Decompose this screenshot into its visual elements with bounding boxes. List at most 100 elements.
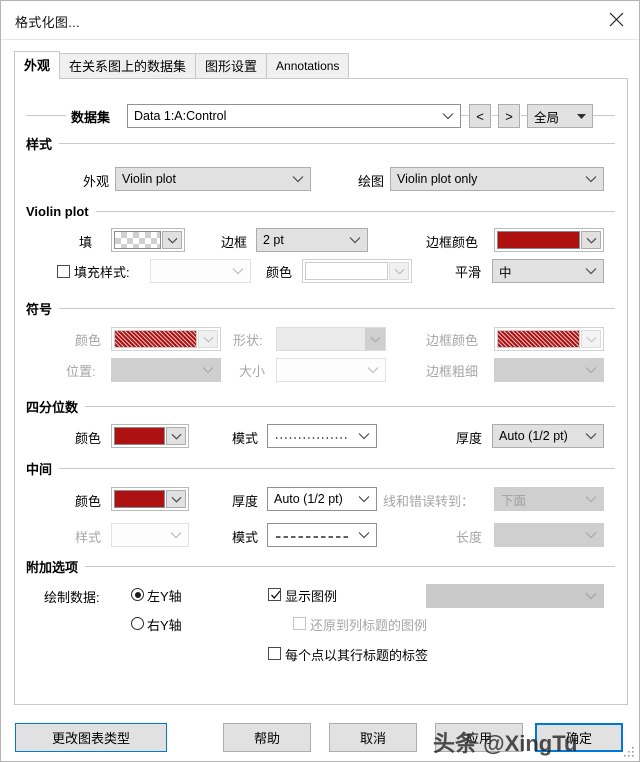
median-line-error-select[interactable]: 下面 bbox=[494, 487, 604, 511]
left-y-axis-label: 左Y轴 bbox=[147, 589, 182, 604]
violin-color-select[interactable] bbox=[302, 259, 412, 283]
tab-appearance[interactable]: 外观 bbox=[14, 51, 61, 79]
median-style-select[interactable] bbox=[111, 523, 189, 547]
point-row-label-checkbox[interactable] bbox=[268, 647, 281, 660]
quartile-pattern-select[interactable] bbox=[267, 424, 377, 448]
scope-select[interactable]: 全局 bbox=[527, 104, 593, 128]
violin-fill-swatch-select[interactable] bbox=[111, 228, 185, 252]
chevron-down-icon bbox=[162, 231, 182, 249]
median-color-select[interactable] bbox=[111, 487, 189, 511]
help-label: 帮助 bbox=[253, 731, 280, 746]
dataset-rule-a bbox=[461, 115, 469, 116]
help-button[interactable]: 帮助 bbox=[223, 723, 311, 752]
symbol-size-label: 大小 bbox=[239, 364, 266, 379]
violin-smooth-select[interactable]: 中 bbox=[492, 259, 604, 283]
radio-right-y-axis[interactable] bbox=[131, 617, 144, 630]
violin-border-width-value: 2 pt bbox=[263, 233, 284, 247]
dotted-line-preview bbox=[276, 429, 348, 443]
median-pattern-select[interactable] bbox=[267, 523, 377, 547]
legend-select[interactable] bbox=[426, 584, 604, 608]
dataset-value: Data 1:A:Control bbox=[134, 109, 227, 123]
dataset-select[interactable]: Data 1:A:Control bbox=[127, 104, 461, 128]
symbol-shape-label: 形状: bbox=[233, 333, 263, 348]
symbol-color-label: 颜色 bbox=[75, 333, 102, 348]
show-legend-label: 显示图例 bbox=[285, 589, 338, 604]
plot-value: Violin plot only bbox=[397, 172, 478, 186]
quartile-color-select[interactable] bbox=[111, 424, 189, 448]
restore-legend-checkbox[interactable] bbox=[293, 617, 306, 630]
ok-label: 确定 bbox=[565, 731, 592, 746]
appearance-panel: 数据集 Data 1:A:Control < > 全局 样式 外观 Violin… bbox=[14, 78, 628, 705]
change-chart-type-button[interactable]: 更改图表类型 bbox=[15, 723, 167, 752]
dataset-rule-left bbox=[26, 115, 66, 116]
median-line-error-label: 线和错误转到： bbox=[383, 494, 475, 509]
chevron-down-icon bbox=[365, 328, 385, 350]
cancel-label: 取消 bbox=[359, 731, 386, 746]
resize-grip[interactable] bbox=[623, 746, 635, 758]
appearance-value: Violin plot bbox=[122, 172, 176, 186]
fill-style-label: 填充样式: bbox=[74, 265, 130, 280]
close-button[interactable] bbox=[593, 1, 639, 38]
chevron-down-icon bbox=[585, 592, 597, 600]
tab-datasets-on-graph[interactable]: 在关系图上的数据集 bbox=[59, 53, 197, 79]
color-swatch-disabled bbox=[497, 330, 580, 348]
violin-border-width-select[interactable]: 2 pt bbox=[256, 228, 368, 252]
chevron-down-icon bbox=[349, 236, 361, 244]
symbol-shape-select[interactable] bbox=[276, 327, 386, 351]
triangle-down-icon bbox=[577, 113, 586, 119]
violin-group-rule bbox=[95, 211, 615, 212]
median-group-header: 中间 bbox=[26, 459, 615, 478]
tab-graph-settings[interactable]: 图形设置 bbox=[195, 53, 268, 79]
tab-strip: 外观 在关系图上的数据集 图形设置 Annotations bbox=[14, 51, 626, 79]
quartile-group-rule bbox=[85, 406, 615, 407]
restore-legend-label: 还原到列标题的图例 bbox=[310, 618, 428, 633]
color-swatch bbox=[114, 427, 165, 445]
point-row-label-label: 每个点以其行标题的标签 bbox=[285, 648, 429, 663]
symbol-border-width-label: 边框粗细 bbox=[426, 364, 479, 379]
violin-smooth-label: 平滑 bbox=[455, 265, 482, 280]
appearance-select[interactable]: Violin plot bbox=[115, 167, 311, 191]
chevron-down-icon bbox=[585, 366, 597, 374]
plot-data-label: 绘制数据: bbox=[44, 590, 100, 605]
median-line-error-value: 下面 bbox=[501, 493, 527, 508]
checkerboard-swatch bbox=[114, 231, 161, 249]
median-length-select[interactable] bbox=[494, 523, 604, 547]
dataset-rule-right bbox=[593, 115, 615, 116]
violin-border-color-select[interactable] bbox=[494, 228, 604, 252]
color-swatch bbox=[497, 231, 580, 249]
chevron-down-icon bbox=[581, 330, 601, 348]
violin-color-label: 颜色 bbox=[266, 265, 293, 280]
symbol-color-select[interactable] bbox=[111, 327, 221, 351]
median-thickness-label: 厚度 bbox=[232, 494, 259, 509]
quartile-group-title: 四分位数 bbox=[26, 400, 79, 415]
next-dataset-button[interactable]: > bbox=[498, 104, 520, 128]
color-swatch bbox=[305, 262, 388, 280]
quartile-color-label: 颜色 bbox=[75, 431, 102, 446]
symbol-position-select[interactable] bbox=[111, 358, 221, 382]
show-legend-checkbox[interactable] bbox=[268, 588, 281, 601]
ok-button[interactable]: 确定 bbox=[535, 723, 623, 752]
symbol-border-color-select[interactable] bbox=[494, 327, 604, 351]
tab-annotations[interactable]: Annotations bbox=[266, 53, 350, 79]
quartile-thickness-select[interactable]: Auto (1/2 pt) bbox=[492, 424, 604, 448]
fill-style-checkbox[interactable] bbox=[57, 265, 70, 278]
symbol-border-width-select[interactable] bbox=[494, 358, 604, 382]
apply-button[interactable]: 应用 bbox=[435, 723, 523, 752]
fill-style-select[interactable] bbox=[150, 259, 251, 283]
chevron-down-icon bbox=[585, 267, 597, 275]
chevron-down-icon bbox=[585, 495, 597, 503]
cancel-button[interactable]: 取消 bbox=[329, 723, 417, 752]
style-group-title: 样式 bbox=[26, 137, 53, 152]
appearance-label: 外观 bbox=[83, 174, 110, 189]
extra-group-header: 附加选项 bbox=[26, 557, 615, 576]
symbol-size-select[interactable] bbox=[276, 358, 386, 382]
plot-select[interactable]: Violin plot only bbox=[390, 167, 604, 191]
radio-left-y-axis[interactable] bbox=[131, 588, 144, 601]
checkmark-icon bbox=[271, 590, 281, 599]
symbol-position-label: 位置: bbox=[66, 364, 96, 379]
color-swatch-disabled bbox=[114, 330, 197, 348]
median-thickness-select[interactable]: Auto (1/2 pt) bbox=[267, 487, 377, 511]
extra-group-title: 附加选项 bbox=[26, 560, 79, 575]
prev-dataset-button[interactable]: < bbox=[469, 104, 491, 128]
chevron-down-icon bbox=[170, 531, 182, 539]
